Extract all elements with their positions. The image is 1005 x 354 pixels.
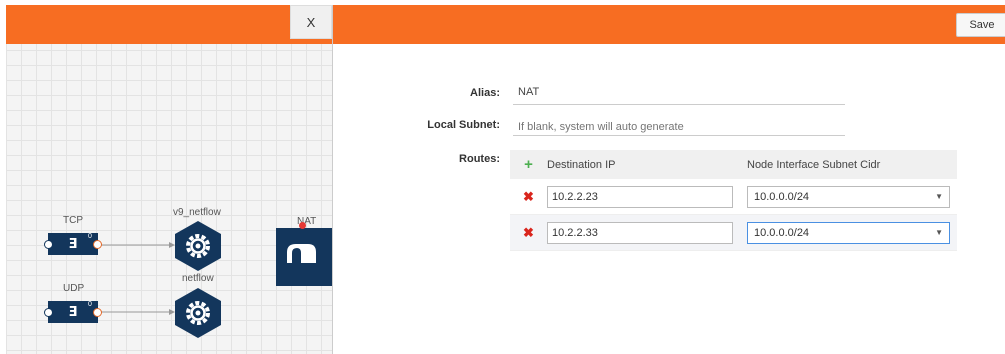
- v9-netflow-node[interactable]: [172, 220, 224, 272]
- nat-node[interactable]: [276, 222, 332, 286]
- routes-label: Routes:: [459, 153, 500, 165]
- alias-field[interactable]: NAT: [513, 86, 845, 105]
- node-label-tcp: TCP: [63, 215, 83, 226]
- alias-value: NAT: [518, 86, 540, 98]
- close-button[interactable]: X: [290, 5, 332, 39]
- destination-ip-input[interactable]: [547, 221, 733, 244]
- plus-icon[interactable]: +: [524, 156, 533, 173]
- node-label-v9-netflow: v9_netflow: [173, 207, 221, 218]
- udp-port-count: 0: [88, 301, 92, 308]
- routes-table: + Destination IP Node Interface Subnet C…: [510, 150, 957, 251]
- routes-table-header: + Destination IP Node Interface Subnet C…: [510, 150, 957, 179]
- cidr-value: 10.0.0.0/24: [754, 190, 810, 203]
- udp-output-port[interactable]: [93, 308, 102, 317]
- table-row: ✖ 10.0.0.0/24 ▼: [510, 179, 957, 215]
- chevron-down-icon: ▼: [935, 228, 943, 237]
- node-label-udp: UDP: [63, 283, 85, 294]
- destination-ip-input[interactable]: [547, 185, 733, 208]
- source-e-icon: Ǝ: [68, 236, 78, 252]
- delete-x-icon[interactable]: ✖: [523, 225, 534, 241]
- delete-x-icon[interactable]: ✖: [523, 189, 534, 205]
- source-e-icon: Ǝ: [68, 304, 78, 320]
- cidr-select[interactable]: 10.0.0.0/24 ▼: [747, 221, 950, 244]
- cidr-value: 10.0.0.0/24: [754, 226, 810, 239]
- cidr-header: Node Interface Subnet Cidr: [747, 158, 881, 171]
- local-subnet-input[interactable]: [513, 118, 845, 136]
- node-label-netflow: netflow: [182, 273, 214, 284]
- nat-config-panel: Save Alias: NAT Local Subnet: Routes: + …: [332, 5, 1005, 354]
- table-row: ✖ 10.0.0.0/24 ▼: [510, 215, 957, 251]
- cidr-select[interactable]: 10.0.0.0/24 ▼: [747, 185, 950, 208]
- tcp-output-port[interactable]: [93, 240, 102, 249]
- tcp-input-port[interactable]: [44, 240, 53, 249]
- local-subnet-label: Local Subnet:: [427, 119, 500, 131]
- destination-ip-header: Destination IP: [547, 158, 616, 171]
- netflow-node[interactable]: [172, 287, 224, 339]
- alias-label: Alias:: [470, 87, 500, 99]
- save-button[interactable]: Save: [956, 13, 1005, 37]
- nat-icon: [287, 244, 316, 263]
- panel-header-bar: Save: [333, 5, 1005, 44]
- flow-canvas[interactable]: TCP Ǝ 0 UDP Ǝ 0 v9_netflow netflow NAT: [6, 5, 332, 354]
- udp-input-port[interactable]: [44, 308, 53, 317]
- tcp-port-count: 0: [88, 233, 92, 240]
- chevron-down-icon: ▼: [935, 192, 943, 201]
